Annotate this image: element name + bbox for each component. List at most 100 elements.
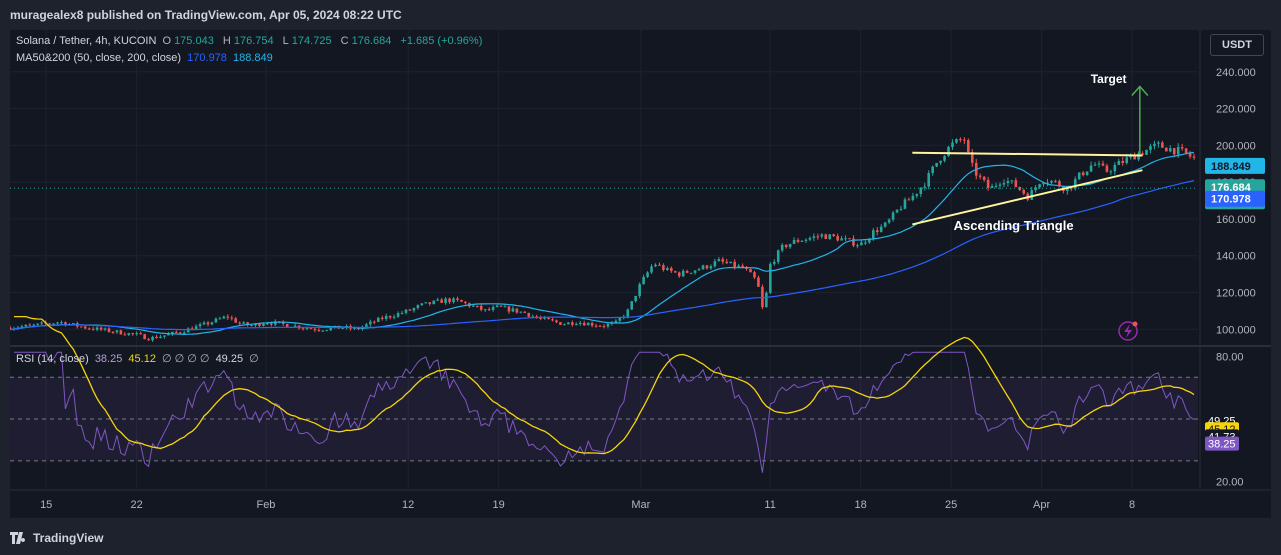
- rsi-legend: RSI (14, close) 38.25 45.12 ∅ ∅ ∅ ∅ 49.2…: [16, 352, 262, 365]
- candle-body: [1093, 164, 1097, 166]
- candle-body: [143, 334, 146, 340]
- candle-body: [571, 322, 574, 325]
- candle-body: [321, 330, 325, 332]
- candle-body: [1038, 184, 1041, 188]
- candle-body: [1077, 172, 1081, 180]
- time-tick-label: Feb: [256, 499, 275, 511]
- candle-body: [416, 305, 420, 308]
- ma50-value: 170.978: [187, 52, 227, 64]
- candle-body: [262, 324, 265, 326]
- candle-body: [812, 236, 816, 238]
- candle-body: [242, 322, 245, 324]
- candle-body: [79, 326, 83, 328]
- candle-body: [511, 308, 515, 312]
- candle-body: [36, 323, 40, 325]
- candle-body: [844, 238, 847, 240]
- candle-body: [388, 316, 392, 318]
- candle-body: [507, 306, 511, 312]
- candle-body: [483, 309, 487, 311]
- ma-indicator-title[interactable]: MA50&200 (50, close, 200, close): [16, 52, 181, 64]
- candle-body: [986, 179, 990, 188]
- candle-body: [939, 160, 942, 163]
- low-label: L: [282, 35, 289, 47]
- candle-body: [689, 272, 693, 274]
- candle-body: [56, 322, 59, 324]
- time-tick-label: 25: [945, 499, 957, 511]
- candle-body: [123, 334, 127, 336]
- candle-body: [365, 324, 368, 327]
- chart-area[interactable]: 100.000120.000140.000160.000180.000200.0…: [10, 30, 1271, 518]
- ma200-value: 188.849: [232, 52, 273, 64]
- price-tick-label: 140.000: [1216, 251, 1256, 263]
- candle-body: [175, 331, 178, 333]
- candle-body: [226, 316, 230, 318]
- candle-body: [618, 317, 622, 321]
- candle-body: [206, 322, 210, 325]
- ma-legend: MA50&200 (50, close, 200, close) 170.978…: [16, 52, 276, 64]
- candle-body: [28, 324, 32, 326]
- candle-body: [1014, 180, 1018, 187]
- currency-button[interactable]: USDT: [1210, 34, 1264, 56]
- candle-body: [1006, 180, 1010, 184]
- candle-body: [709, 266, 713, 269]
- candle-body: [420, 303, 424, 306]
- candle-body: [1176, 147, 1180, 155]
- candle-body: [899, 208, 903, 210]
- candle-body: [1022, 189, 1026, 194]
- low-value: 174.725: [291, 35, 332, 47]
- symbol-title[interactable]: Solana / Tether, 4h, KUCOIN: [16, 35, 156, 47]
- candle-body: [725, 261, 729, 264]
- candle-body: [1085, 171, 1089, 176]
- candle-body: [586, 322, 590, 326]
- candle-body: [373, 321, 376, 323]
- candle-body: [412, 307, 416, 311]
- candle-body: [967, 140, 970, 153]
- candle-body: [673, 271, 677, 273]
- candle-body: [24, 324, 28, 327]
- candle-body: [749, 269, 752, 273]
- candle-body: [499, 305, 503, 307]
- price-tick-label: 120.000: [1216, 287, 1256, 299]
- high-label: H: [222, 35, 231, 47]
- candle-body: [677, 272, 681, 277]
- candle-body: [52, 323, 55, 325]
- candle-body: [83, 326, 87, 329]
- candle-body: [155, 336, 158, 339]
- candle-body: [828, 234, 832, 240]
- candle-body: [780, 244, 784, 251]
- candle-body: [428, 302, 432, 305]
- candle-body: [135, 333, 139, 335]
- candle-body: [424, 302, 428, 304]
- candle-body: [107, 328, 111, 332]
- chart-canvas[interactable]: 100.000120.000140.000160.000180.000200.0…: [10, 30, 1271, 518]
- candle-body: [915, 193, 919, 196]
- candle-body: [400, 312, 404, 314]
- rsi-value-badge: 38.25: [1208, 439, 1236, 451]
- candle-body: [1113, 164, 1117, 172]
- candle-body: [384, 316, 388, 320]
- candle-body: [301, 328, 305, 330]
- candle-body: [943, 156, 946, 161]
- candle-body: [1010, 180, 1014, 182]
- candle-body: [1161, 142, 1164, 148]
- candle-body: [820, 234, 824, 237]
- candle-body: [1030, 190, 1033, 200]
- candle-body: [222, 316, 226, 319]
- change-value: +1.685 (+0.96%): [400, 35, 483, 47]
- open-value: 175.043: [174, 35, 214, 47]
- target-annotation: Target: [1091, 72, 1127, 86]
- candle-body: [380, 317, 384, 320]
- candle-body: [594, 325, 598, 327]
- price-tick-label: 200.000: [1216, 140, 1256, 152]
- candle-body: [808, 237, 812, 240]
- candle-body: [127, 333, 131, 335]
- candle-body: [456, 298, 459, 300]
- candle-body: [654, 264, 657, 267]
- high-value: 176.754: [233, 35, 274, 47]
- close-label: C: [340, 35, 349, 47]
- candle-body: [444, 298, 447, 303]
- candle-body: [978, 175, 982, 177]
- rsi-tick-label: 20.00: [1216, 477, 1244, 489]
- candle-body: [376, 317, 380, 322]
- rsi-indicator-title[interactable]: RSI (14, close): [16, 353, 89, 365]
